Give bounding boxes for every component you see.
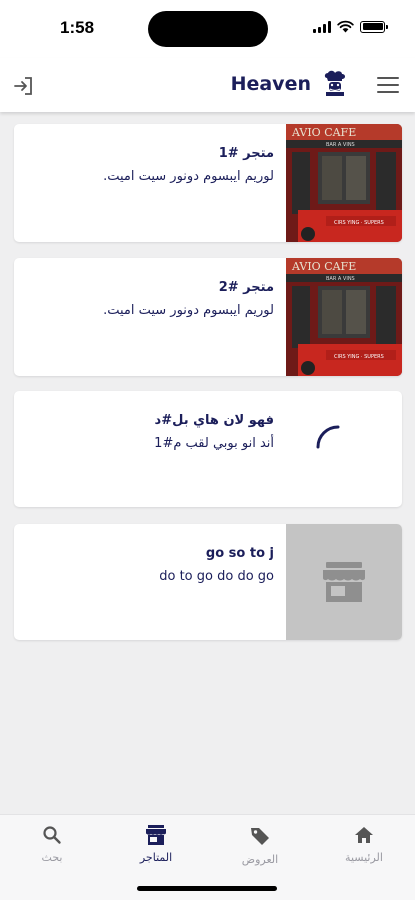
store-info: متجر #1 لوريم ايبسوم دونور سيت اميت. — [103, 146, 274, 184]
bottom-tab-bar: بحث المتاجر العروض الرئيسية — [0, 814, 415, 900]
tab-search[interactable]: بحث — [12, 825, 92, 864]
store-info: فهو لان هاي بل#د أند انو بوبي لقب م#1 — [154, 413, 274, 451]
signal-icon — [313, 20, 331, 33]
store-card[interactable]: متجر #2 لوريم ايبسوم دونور سيت اميت. AVI… — [14, 258, 402, 376]
brand: Heaven — [231, 70, 349, 98]
store-description: لوريم ايبسوم دونور سيت اميت. — [103, 169, 274, 184]
svg-text:BAR A VINS: BAR A VINS — [326, 142, 355, 148]
tab-label: العروض — [241, 853, 279, 866]
tab-home[interactable]: الرئيسية — [324, 825, 404, 864]
store-name: متجر #2 — [218, 280, 274, 295]
home-indicator — [137, 886, 277, 891]
store-card[interactable]: go so to j do to go do do go — [14, 524, 402, 640]
store-placeholder-icon — [323, 562, 365, 602]
storefront-image: AVIO CAFE BAR A VINS CIRS YING · SUPERS — [286, 124, 402, 242]
tab-label: المتاجر — [139, 851, 173, 864]
status-time: 1:58 — [60, 18, 95, 37]
store-info: متجر #2 لوريم ايبسوم دونور سيت اميت. — [103, 280, 274, 318]
store-name: متجر #1 — [218, 146, 274, 161]
brand-name: Heaven — [230, 73, 311, 95]
home-icon — [355, 827, 373, 843]
app-header: Heaven — [0, 58, 415, 112]
store-name: go so to j — [205, 546, 274, 561]
store-image-placeholder — [286, 524, 402, 640]
login-icon[interactable] — [12, 74, 36, 98]
tab-offers[interactable]: العروض — [220, 825, 300, 866]
store-card[interactable]: متجر #1 لوريم ايبسوم دونور سيت اميت. AVI… — [14, 124, 402, 242]
store-description: لوريم ايبسوم دونور سيت اميت. — [103, 303, 274, 318]
storefront-image: AVIO CAFE BAR A VINS CIRS YING · SUPERS — [286, 258, 402, 376]
tab-label: الرئيسية — [345, 851, 383, 864]
chef-logo-icon — [324, 70, 345, 96]
store-description: do to go do do go — [159, 569, 274, 584]
hamburger-menu-icon[interactable] — [377, 75, 399, 95]
store-name: فهو لان هاي بل#د — [154, 413, 274, 428]
battery-icon — [360, 20, 388, 33]
dynamic-island — [148, 11, 268, 47]
svg-text:CIRS YING · SUPERS: CIRS YING · SUPERS — [334, 220, 384, 226]
store-icon — [146, 825, 166, 845]
svg-text:AVIO CAFE: AVIO CAFE — [291, 260, 356, 273]
store-description: أند انو بوبي لقب م#1 — [154, 436, 274, 451]
store-card[interactable]: فهو لان هاي بل#د أند انو بوبي لقب م#1 — [14, 391, 402, 507]
wifi-icon — [337, 20, 354, 33]
svg-text:AVIO CAFE: AVIO CAFE — [291, 126, 356, 139]
search-icon — [43, 826, 61, 844]
tag-icon — [251, 828, 269, 845]
tab-stores[interactable]: المتاجر — [116, 825, 196, 864]
status-icons — [313, 20, 388, 33]
tab-label: بحث — [41, 851, 63, 864]
svg-text:CIRS YING · SUPERS: CIRS YING · SUPERS — [334, 354, 384, 360]
loading-spinner-icon — [316, 425, 340, 449]
store-info: go so to j do to go do do go — [159, 546, 274, 584]
svg-text:BAR A VINS: BAR A VINS — [326, 276, 355, 282]
status-bar: 1:58 — [0, 0, 415, 58]
